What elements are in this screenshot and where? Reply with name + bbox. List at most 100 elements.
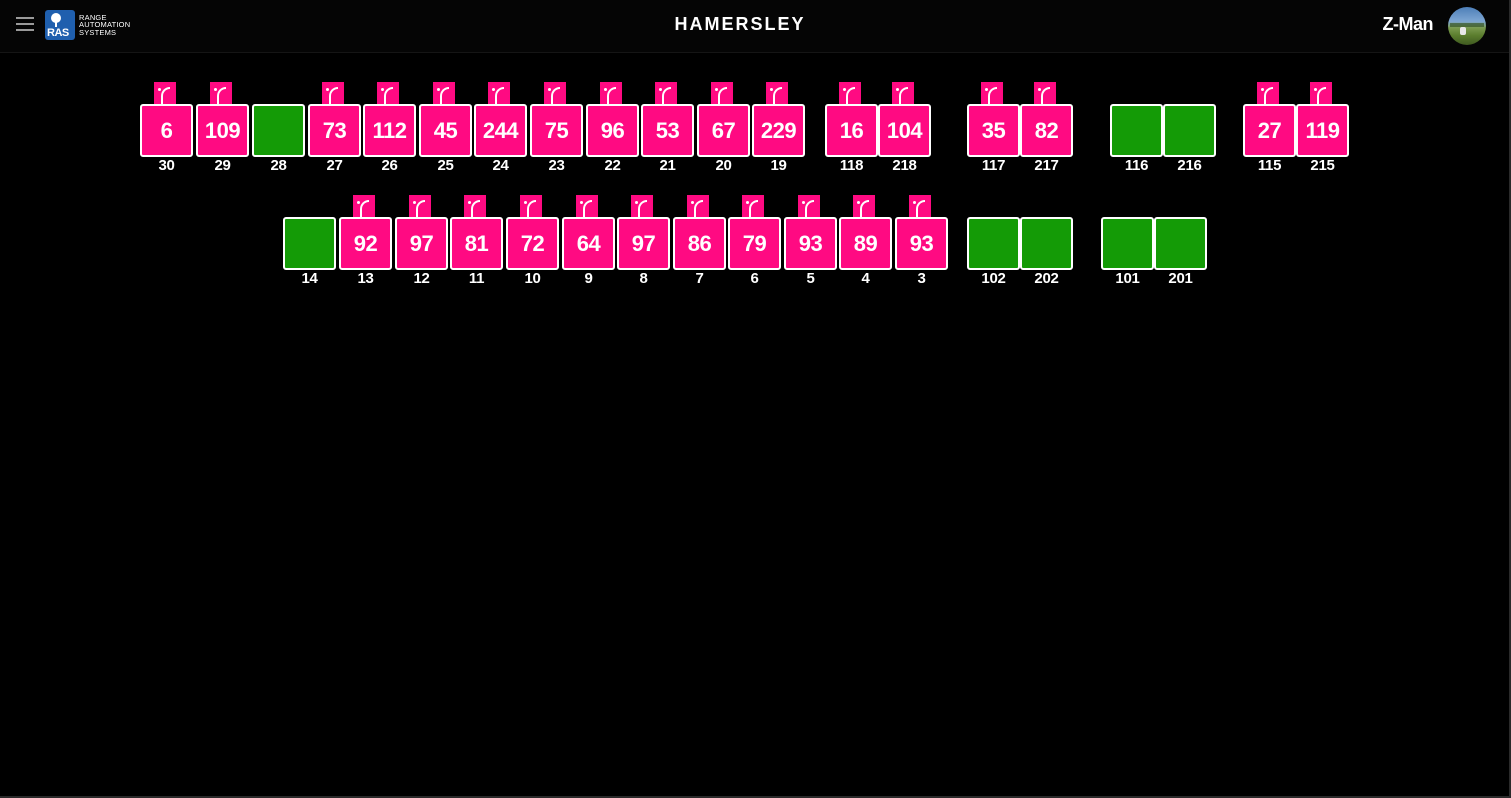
bay-6[interactable]: 79 6 xyxy=(728,195,781,287)
user-avatar[interactable] xyxy=(1448,7,1486,45)
bay-23[interactable]: 75 23 xyxy=(530,82,583,174)
bay-number-label: 24 xyxy=(492,157,509,174)
bay-ball-count[interactable] xyxy=(1154,217,1207,270)
golf-club-icon xyxy=(687,195,709,217)
bay-ball-count[interactable]: 93 xyxy=(784,217,837,270)
bay-number-label: 13 xyxy=(357,270,374,287)
bay-14[interactable]: 14 xyxy=(283,195,336,287)
bay-number-label: 10 xyxy=(524,270,541,287)
golf-club-icon xyxy=(322,82,344,104)
bay-ball-count[interactable]: 53 xyxy=(641,104,694,157)
bay-ball-count[interactable]: 79 xyxy=(728,217,781,270)
bay-115[interactable]: 27 115 xyxy=(1243,82,1296,174)
bay-ball-count[interactable]: 86 xyxy=(673,217,726,270)
bay-ball-count[interactable]: 97 xyxy=(395,217,448,270)
bay-12[interactable]: 97 12 xyxy=(395,195,448,287)
bay-7[interactable]: 86 7 xyxy=(673,195,726,287)
bay-ball-count[interactable]: 109 xyxy=(196,104,249,157)
bay-10[interactable]: 72 10 xyxy=(506,195,559,287)
bay-216[interactable]: 216 xyxy=(1163,82,1216,174)
bay-number-label: 101 xyxy=(1115,270,1140,287)
bay-number-label: 30 xyxy=(158,157,175,174)
bay-number-label: 202 xyxy=(1034,270,1059,287)
bay-ball-count[interactable]: 229 xyxy=(752,104,805,157)
bay-ball-count[interactable]: 96 xyxy=(586,104,639,157)
bay-28[interactable]: 28 xyxy=(252,82,305,174)
bay-ball-count[interactable]: 82 xyxy=(1020,104,1073,157)
bay-24[interactable]: 244 24 xyxy=(474,82,527,174)
bay-202[interactable]: 202 xyxy=(1020,195,1073,287)
bay-9[interactable]: 64 9 xyxy=(562,195,615,287)
bay-4[interactable]: 89 4 xyxy=(839,195,892,287)
bay-ball-count[interactable] xyxy=(252,104,305,157)
bay-ball-count[interactable]: 119 xyxy=(1296,104,1349,157)
bay-number-label: 7 xyxy=(695,270,704,287)
bay-number-label: 23 xyxy=(548,157,565,174)
bay-29[interactable]: 109 29 xyxy=(196,82,249,174)
bay-215[interactable]: 119 215 xyxy=(1296,82,1349,174)
bay-ball-count[interactable]: 104 xyxy=(878,104,931,157)
bay-218[interactable]: 104 218 xyxy=(878,82,931,174)
bay-ball-count[interactable]: 35 xyxy=(967,104,1020,157)
bay-ball-count[interactable] xyxy=(1163,104,1216,157)
bay-number-label: 26 xyxy=(381,157,398,174)
bay-ball-count[interactable] xyxy=(1101,217,1154,270)
bay-number-label: 21 xyxy=(659,157,676,174)
bay-ball-count[interactable]: 16 xyxy=(825,104,878,157)
bay-ball-count[interactable]: 45 xyxy=(419,104,472,157)
bay-21[interactable]: 53 21 xyxy=(641,82,694,174)
bay-19[interactable]: 229 19 xyxy=(752,82,805,174)
bay-25[interactable]: 45 25 xyxy=(419,82,472,174)
bay-ball-count[interactable]: 73 xyxy=(308,104,361,157)
bay-102[interactable]: 102 xyxy=(967,195,1020,287)
bay-number-label: 217 xyxy=(1034,157,1059,174)
bay-117[interactable]: 35 117 xyxy=(967,82,1020,174)
bay-ball-count[interactable]: 6 xyxy=(140,104,193,157)
bay-number-label: 117 xyxy=(981,157,1006,174)
bay-ball-count[interactable]: 97 xyxy=(617,217,670,270)
bay-ball-count[interactable]: 93 xyxy=(895,217,948,270)
golf-club-icon xyxy=(353,195,375,217)
bay-ball-count[interactable]: 64 xyxy=(562,217,615,270)
bay-number-label: 29 xyxy=(214,157,231,174)
bay-30[interactable]: 6 30 xyxy=(140,82,193,174)
bay-ball-count[interactable]: 75 xyxy=(530,104,583,157)
bay-201[interactable]: 201 xyxy=(1154,195,1207,287)
bay-8[interactable]: 97 8 xyxy=(617,195,670,287)
bay-20[interactable]: 67 20 xyxy=(697,82,750,174)
bay-13[interactable]: 92 13 xyxy=(339,195,392,287)
bay-ball-count[interactable] xyxy=(283,217,336,270)
bay-ball-count[interactable] xyxy=(1020,217,1073,270)
bay-ball-count[interactable]: 81 xyxy=(450,217,503,270)
bay-217[interactable]: 82 217 xyxy=(1020,82,1073,174)
bay-ball-count[interactable]: 112 xyxy=(363,104,416,157)
golf-club-icon xyxy=(1034,82,1056,104)
bay-ball-count[interactable] xyxy=(1110,104,1163,157)
bay-116[interactable]: 116 xyxy=(1110,82,1163,174)
bay-11[interactable]: 81 11 xyxy=(450,195,503,287)
bay-ball-count[interactable]: 67 xyxy=(697,104,750,157)
bay-22[interactable]: 96 22 xyxy=(586,82,639,174)
bay-26[interactable]: 112 26 xyxy=(363,82,416,174)
bay-ball-count[interactable]: 27 xyxy=(1243,104,1296,157)
bay-27[interactable]: 73 27 xyxy=(308,82,361,174)
user-name[interactable]: Z-Man xyxy=(1383,14,1434,35)
bay-118[interactable]: 16 118 xyxy=(825,82,878,174)
bay-number-label: 9 xyxy=(584,270,593,287)
golf-club-icon xyxy=(433,82,455,104)
golf-club-icon xyxy=(600,82,622,104)
bay-ball-count[interactable]: 89 xyxy=(839,217,892,270)
bay-ball-count[interactable]: 72 xyxy=(506,217,559,270)
bay-5[interactable]: 93 5 xyxy=(784,195,837,287)
bay-number-label: 22 xyxy=(604,157,621,174)
golf-club-icon xyxy=(409,195,431,217)
bay-ball-count[interactable]: 92 xyxy=(339,217,392,270)
bay-3[interactable]: 93 3 xyxy=(895,195,948,287)
golf-club-icon xyxy=(909,195,931,217)
bay-101[interactable]: 101 xyxy=(1101,195,1154,287)
bay-number-label: 118 xyxy=(839,157,864,174)
bay-number-label: 218 xyxy=(892,157,917,174)
bay-number-label: 115 xyxy=(1257,157,1282,174)
bay-ball-count[interactable]: 244 xyxy=(474,104,527,157)
bay-ball-count[interactable] xyxy=(967,217,1020,270)
